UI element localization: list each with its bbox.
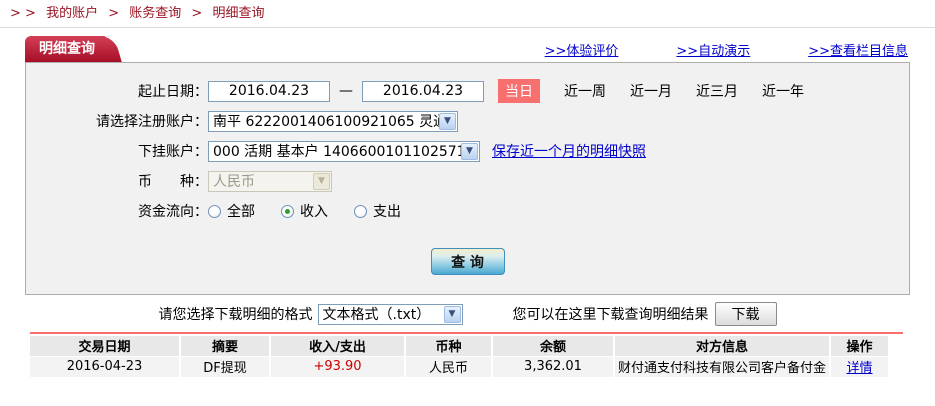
currency-select: 人民币 ▼ (208, 171, 332, 192)
last-3-months-button[interactable]: 近三月 (696, 81, 738, 101)
flow-option-expense-label: 支出 (373, 201, 401, 221)
experience-review-link[interactable]: >>体验评价 (545, 40, 619, 59)
query-button-row: 查 询 (26, 248, 909, 275)
breadcrumb: > > 我的账户 > 账务查询 > 明细查询 (0, 0, 935, 28)
date-dash: — (339, 83, 353, 99)
sub-account-label: 下挂账户： (26, 141, 208, 161)
cell-transaction-date: 2016-04-23 (30, 356, 180, 377)
breadcrumb-detail-query: 明细查询 (212, 6, 264, 21)
col-transaction-date: 交易日期 (30, 336, 180, 356)
save-monthly-snapshot-link[interactable]: 保存近一个月的明细快照 (492, 141, 646, 161)
breadcrumb-separator: > (108, 6, 119, 21)
sub-account-row: 下挂账户： 000 活期 基本户 1406600101102571848 ▼ 保… (26, 136, 909, 166)
flow-option-income-label: 收入 (300, 201, 328, 221)
table-top-divider (30, 332, 903, 334)
col-income-expense: 收入/支出 (270, 336, 405, 356)
tab-bar: 明细查询 >>体验评价 >>自动演示 >>查看栏目信息 (25, 36, 910, 62)
cell-summary: DF提现 (180, 356, 270, 377)
table-row: 2016-04-23 DF提现 +93.90 人民币 3,362.01 财付通支… (30, 356, 888, 377)
date-range-row: 起止日期： — 当日 近一周 近一月 近三月 近一年 (26, 76, 909, 106)
tab-label: 明细查询 (39, 41, 95, 57)
col-summary: 摘要 (180, 336, 270, 356)
chevron-down-icon[interactable]: ▼ (444, 306, 461, 323)
flow-option-income[interactable]: 收入 (281, 201, 328, 221)
flow-option-all-label: 全部 (227, 201, 255, 221)
download-row: 请您选择下载明细的格式 文本格式（.txt） ▼ 您可以在这里下载查询明细结果 … (0, 301, 935, 327)
header-links: >>体验评价 >>自动演示 >>查看栏目信息 (545, 40, 910, 59)
auto-demo-link[interactable]: >>自动演示 (676, 40, 750, 59)
tab-detail-query[interactable]: 明细查询 (25, 36, 105, 62)
query-button[interactable]: 查 询 (431, 248, 505, 275)
breadcrumb-separator: > (191, 6, 202, 21)
download-format-label: 请您选择下载明细的格式 (159, 304, 313, 324)
detail-link[interactable]: 详情 (846, 361, 872, 376)
currency-row: 币 种： 人民币 ▼ (26, 166, 909, 196)
breadcrumb-account-query[interactable]: 账务查询 (129, 6, 181, 21)
query-form-panel: 起止日期： — 当日 近一周 近一月 近三月 近一年 请选择注册账户： 南平 6… (25, 62, 910, 295)
chevron-down-icon[interactable]: ▼ (461, 143, 478, 160)
last-year-button[interactable]: 近一年 (762, 81, 804, 101)
cell-counterparty: 财付通支付科技有限公司客户备付金 (614, 356, 830, 377)
registered-account-label: 请选择注册账户： (26, 111, 208, 131)
download-hint: 您可以在这里下载查询明细结果 (513, 304, 709, 324)
radio-icon[interactable] (208, 205, 221, 218)
chevron-down-icon[interactable]: ▼ (439, 113, 456, 130)
fund-flow-row: 资金流向： 全部 收入 支出 (26, 196, 909, 226)
cell-amount: +93.90 (270, 356, 405, 377)
sub-account-value: 000 活期 基本户 1406600101102571848 (213, 141, 461, 161)
table-header-row: 交易日期 摘要 收入/支出 币种 余额 对方信息 操作 (30, 336, 888, 356)
today-button[interactable]: 当日 (498, 79, 540, 103)
col-action: 操作 (830, 336, 888, 356)
col-balance: 余额 (492, 336, 614, 356)
end-date-input[interactable] (362, 81, 484, 102)
breadcrumb-my-account[interactable]: 我的账户 (46, 6, 98, 21)
cell-balance: 3,362.01 (492, 356, 614, 377)
flow-option-expense[interactable]: 支出 (354, 201, 401, 221)
column-info-link[interactable]: >>查看栏目信息 (808, 40, 908, 59)
registered-account-row: 请选择注册账户： 南平 6222001406100921065 灵通卡 ▼ (26, 106, 909, 136)
sub-account-select[interactable]: 000 活期 基本户 1406600101102571848 ▼ (208, 141, 480, 162)
radio-icon[interactable] (354, 205, 367, 218)
currency-value: 人民币 (213, 171, 313, 191)
currency-label: 币 种： (26, 171, 208, 191)
download-format-value: 文本格式（.txt） (323, 304, 444, 324)
download-format-select[interactable]: 文本格式（.txt） ▼ (318, 304, 463, 325)
breadcrumb-arrows: > > (10, 6, 36, 21)
transaction-table: 交易日期 摘要 收入/支出 币种 余额 对方信息 操作 2016-04-23 D… (30, 336, 888, 377)
flow-option-all[interactable]: 全部 (208, 201, 255, 221)
download-button[interactable]: 下载 (715, 302, 777, 326)
last-month-button[interactable]: 近一月 (630, 81, 672, 101)
start-date-input[interactable] (208, 81, 330, 102)
fund-flow-label: 资金流向： (26, 201, 208, 221)
last-week-button[interactable]: 近一周 (564, 81, 606, 101)
col-counterparty: 对方信息 (614, 336, 830, 356)
col-currency: 币种 (405, 336, 492, 356)
chevron-down-icon: ▼ (313, 173, 330, 190)
registered-account-select[interactable]: 南平 6222001406100921065 灵通卡 ▼ (208, 111, 458, 132)
radio-checked-icon[interactable] (281, 205, 294, 218)
date-range-label: 起止日期： (26, 81, 208, 101)
cell-currency: 人民币 (405, 356, 492, 377)
registered-account-value: 南平 6222001406100921065 灵通卡 (213, 111, 439, 131)
